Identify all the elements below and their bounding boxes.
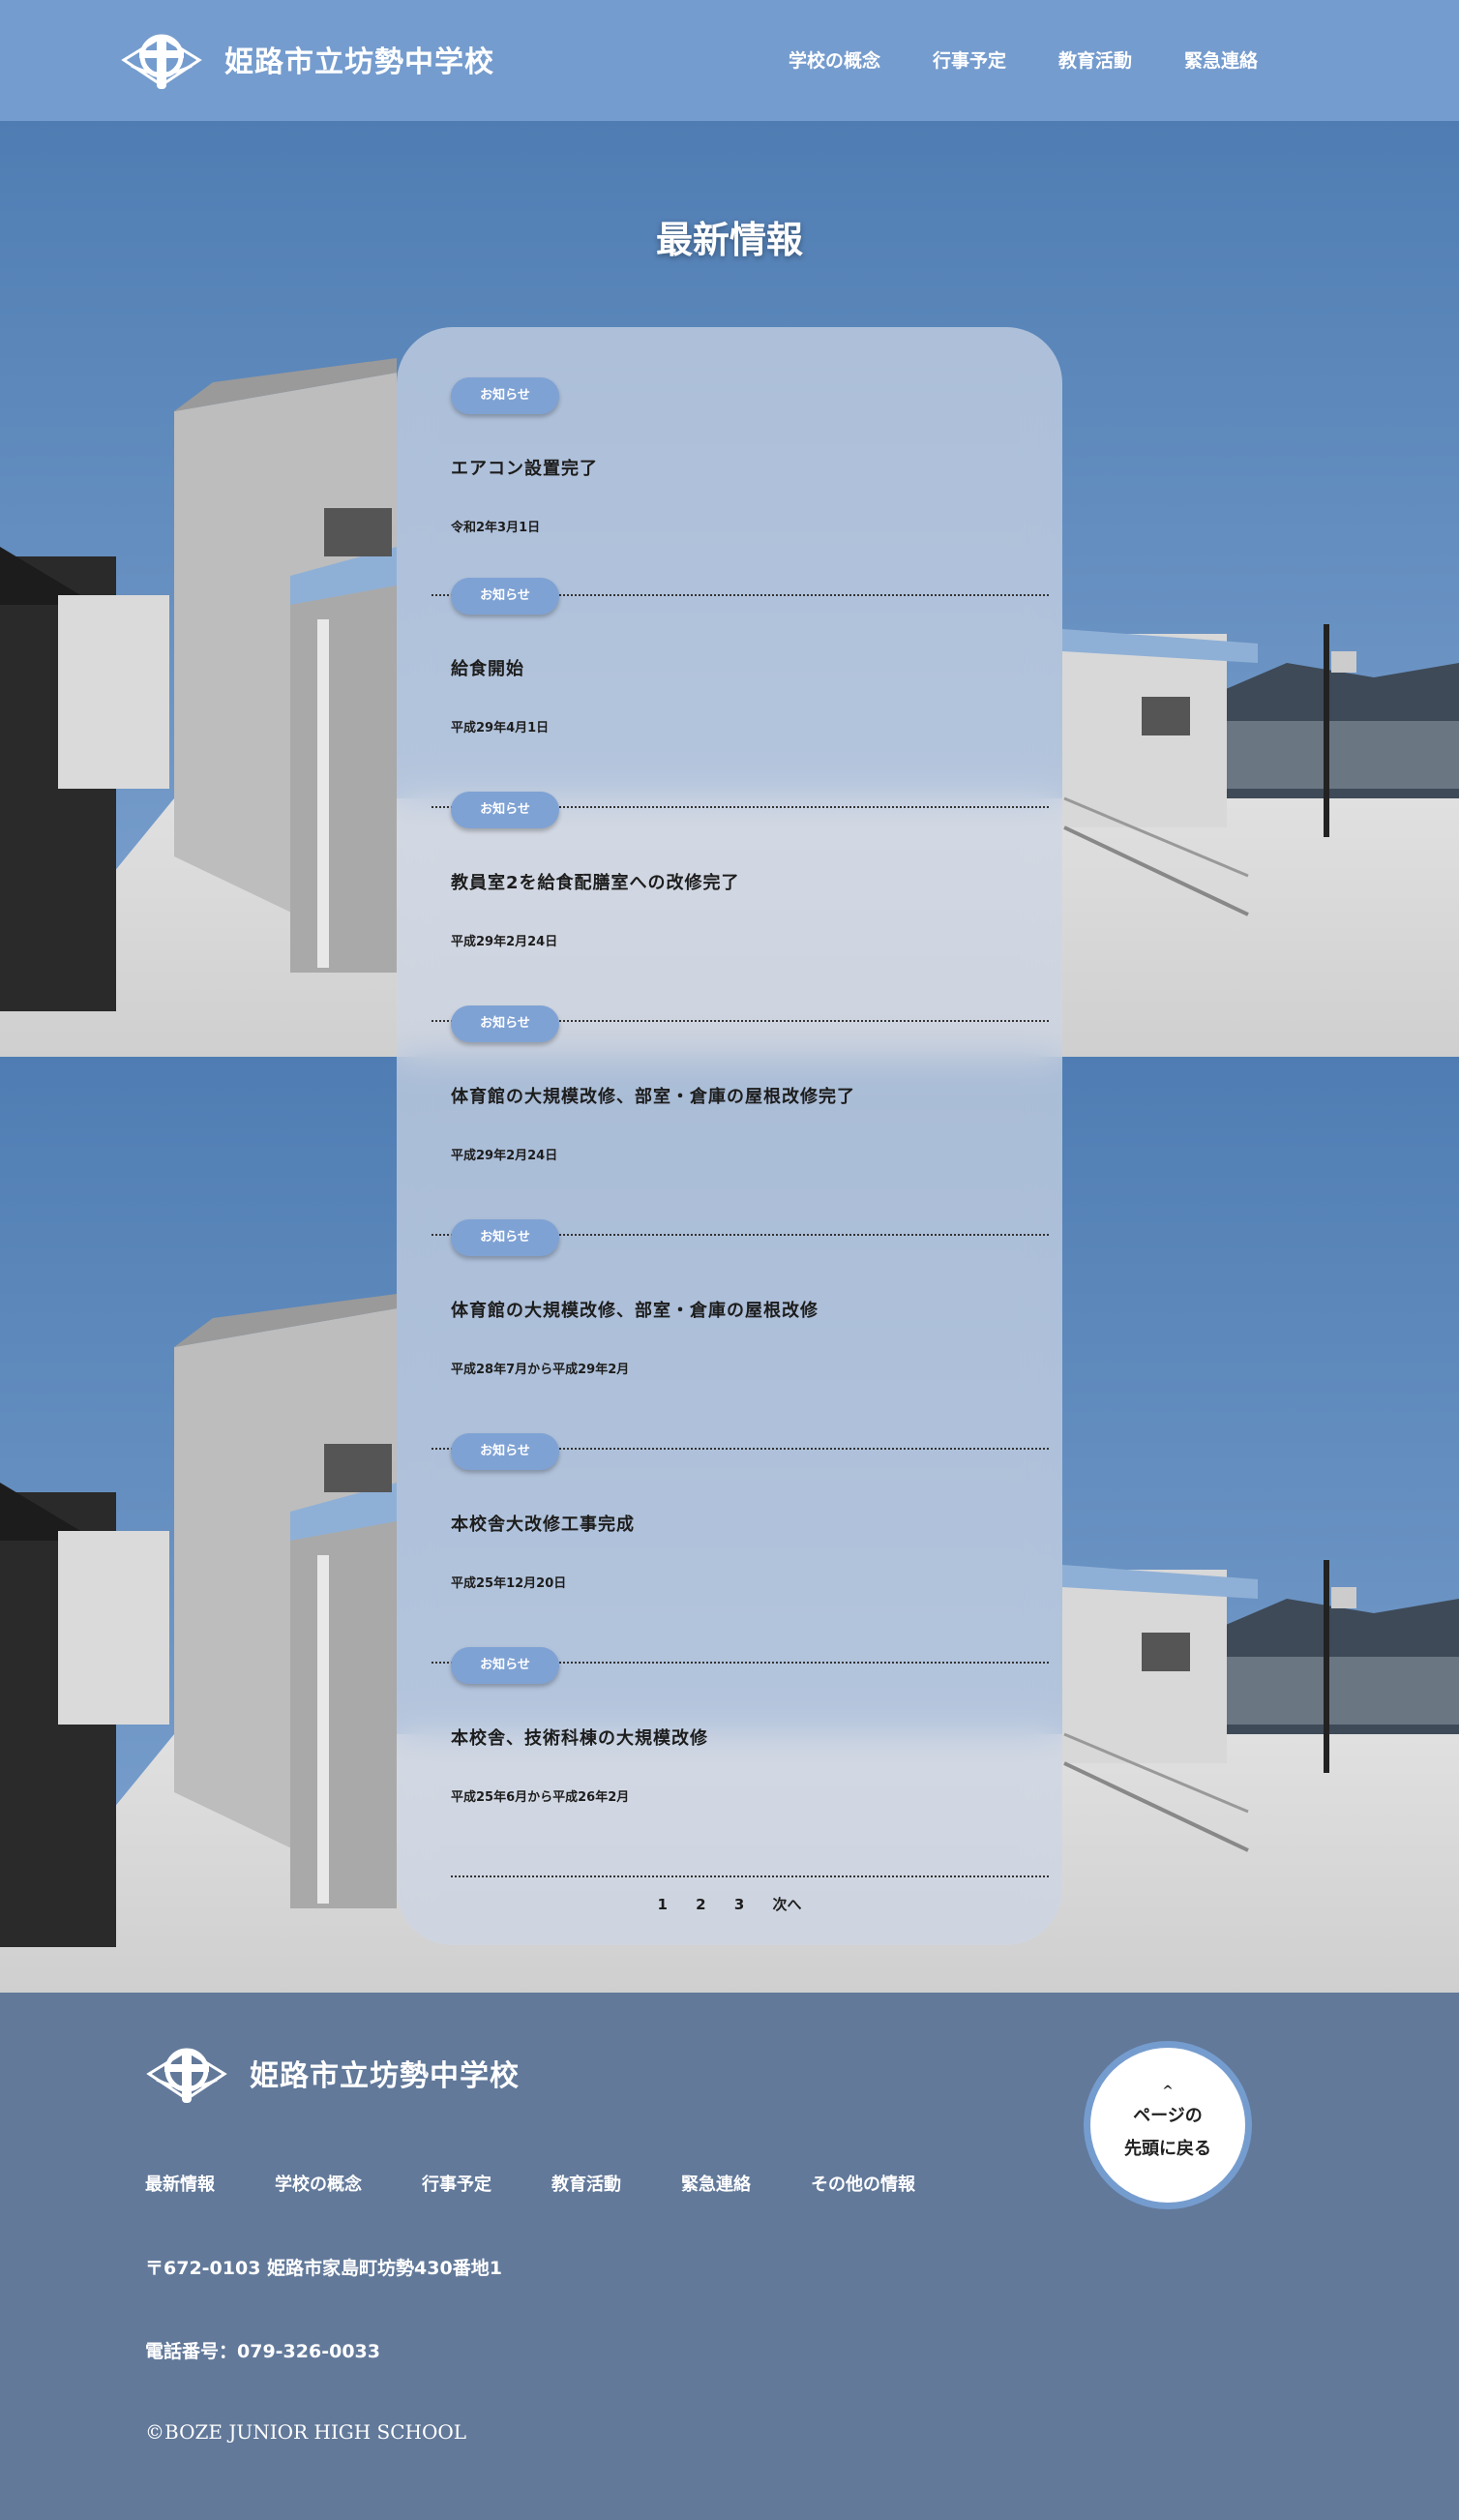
news-date: 平成29年2月24日 <box>451 1149 558 1163</box>
news-title[interactable]: エアコン設置完了 <box>451 455 1031 480</box>
news-title[interactable]: 体育館の大規模改修、部室・倉庫の屋根改修 <box>451 1297 1031 1322</box>
copyright: ©BOZE JUNIOR HIGH SCHOOL <box>145 2420 467 2444</box>
news-item[interactable]: お知らせ 教員室2を給食配膳室への改修完了 平成29年2月24日 <box>432 792 1049 1022</box>
footer-link-news[interactable]: 最新情報 <box>145 2171 215 2196</box>
back-to-top-label-2: 先頭に戻る <box>1124 2139 1211 2159</box>
site-footer: 姫路市立坊勢中学校 最新情報 学校の概念 行事予定 教育活動 緊急連絡 その他の… <box>0 1993 1459 2520</box>
school-emblem-icon <box>121 34 202 89</box>
news-date: 平成25年6月から平成26年2月 <box>451 1790 630 1805</box>
news-item[interactable]: お知らせ 本校舎大改修工事完成 平成25年12月20日 <box>432 1433 1049 1664</box>
news-date: 令和2年3月1日 <box>451 521 541 535</box>
page-next-link[interactable]: 次へ <box>773 1894 802 1914</box>
news-title[interactable]: 本校舎、技術科棟の大規模改修 <box>451 1725 1031 1750</box>
back-to-top-button[interactable]: ^ ページの 先頭に戻る <box>1084 2041 1252 2209</box>
site-header: 姫路市立坊勢中学校 学校の概念 行事予定 教育活動 緊急連絡 <box>0 0 1459 121</box>
footer-address: 〒672-0103 姫路市家島町坊勢430番地1 <box>145 2258 502 2279</box>
pagination: 1 2 3 次へ <box>397 1894 1062 1914</box>
header-logo[interactable]: 姫路市立坊勢中学校 <box>120 27 494 91</box>
section-title: 最新情報 <box>655 218 803 261</box>
nav-schedule[interactable]: 行事予定 <box>933 46 1006 73</box>
news-item[interactable]: お知らせ 給食開始 平成29年4月1日 <box>432 578 1049 808</box>
footer-nav: 最新情報 学校の概念 行事予定 教育活動 緊急連絡 その他の情報 <box>145 2171 975 2196</box>
news-item[interactable]: お知らせ 本校舎、技術科棟の大規模改修 平成25年6月から平成26年2月 <box>451 1647 1049 1877</box>
nav-emergency[interactable]: 緊急連絡 <box>1184 46 1258 73</box>
news-title[interactable]: 体育館の大規模改修、部室・倉庫の屋根改修完了 <box>451 1083 1031 1108</box>
news-badge: お知らせ <box>451 578 559 615</box>
page-link-2[interactable]: 2 <box>696 1896 705 1913</box>
news-badge: お知らせ <box>451 792 559 828</box>
news-item[interactable]: お知らせ 体育館の大規模改修、部室・倉庫の屋根改修 平成28年7月から平成29年… <box>432 1219 1049 1450</box>
news-title[interactable]: 本校舎大改修工事完成 <box>451 1511 1031 1536</box>
site-title: 姫路市立坊勢中学校 <box>224 45 494 79</box>
footer-link-education[interactable]: 教育活動 <box>551 2171 621 2196</box>
nav-about[interactable]: 学校の概念 <box>789 46 880 73</box>
footer-tel: 電話番号：079-326-0033 <box>145 2341 380 2362</box>
news-badge: お知らせ <box>451 1433 559 1470</box>
news-badge: お知らせ <box>451 1005 559 1042</box>
footer-link-schedule[interactable]: 行事予定 <box>422 2171 491 2196</box>
news-date: 平成29年2月24日 <box>451 935 558 949</box>
news-badge: お知らせ <box>451 1219 559 1256</box>
chevron-up-icon: ^ <box>1162 2083 1174 2099</box>
footer-link-about[interactable]: 学校の概念 <box>275 2171 362 2196</box>
page-link-3[interactable]: 3 <box>734 1896 744 1913</box>
footer-link-other[interactable]: その他の情報 <box>811 2171 915 2196</box>
nav-education[interactable]: 教育活動 <box>1058 46 1132 73</box>
divider <box>451 1875 1049 1877</box>
school-emblem-icon <box>146 2048 227 2103</box>
news-date: 平成28年7月から平成29年2月 <box>451 1363 630 1377</box>
footer-logo[interactable]: 姫路市立坊勢中学校 <box>145 2041 520 2105</box>
news-badge: お知らせ <box>451 377 559 414</box>
main-nav: 学校の概念 行事予定 教育活動 緊急連絡 <box>736 46 1258 73</box>
news-date: 平成25年12月20日 <box>451 1576 567 1591</box>
news-title[interactable]: 給食開始 <box>451 655 1031 680</box>
footer-site-title: 姫路市立坊勢中学校 <box>250 2059 520 2093</box>
news-title[interactable]: 教員室2を給食配膳室への改修完了 <box>451 869 1031 894</box>
hero-section: 最新情報 お知らせ エアコン設置完了 令和2年3月1日 お知らせ 給食開始 平成… <box>0 121 1459 1993</box>
back-to-top-label-1: ページの <box>1133 2105 1203 2126</box>
news-date: 平成29年4月1日 <box>451 721 550 735</box>
news-item[interactable]: お知らせ 体育館の大規模改修、部室・倉庫の屋根改修完了 平成29年2月24日 <box>432 1005 1049 1236</box>
news-badge: お知らせ <box>451 1647 559 1684</box>
news-card: お知らせ エアコン設置完了 令和2年3月1日 お知らせ 給食開始 平成29年4月… <box>397 327 1062 1945</box>
footer-link-emergency[interactable]: 緊急連絡 <box>681 2171 751 2196</box>
page-link-1[interactable]: 1 <box>657 1896 667 1913</box>
news-item[interactable]: お知らせ エアコン設置完了 令和2年3月1日 <box>432 377 1049 596</box>
